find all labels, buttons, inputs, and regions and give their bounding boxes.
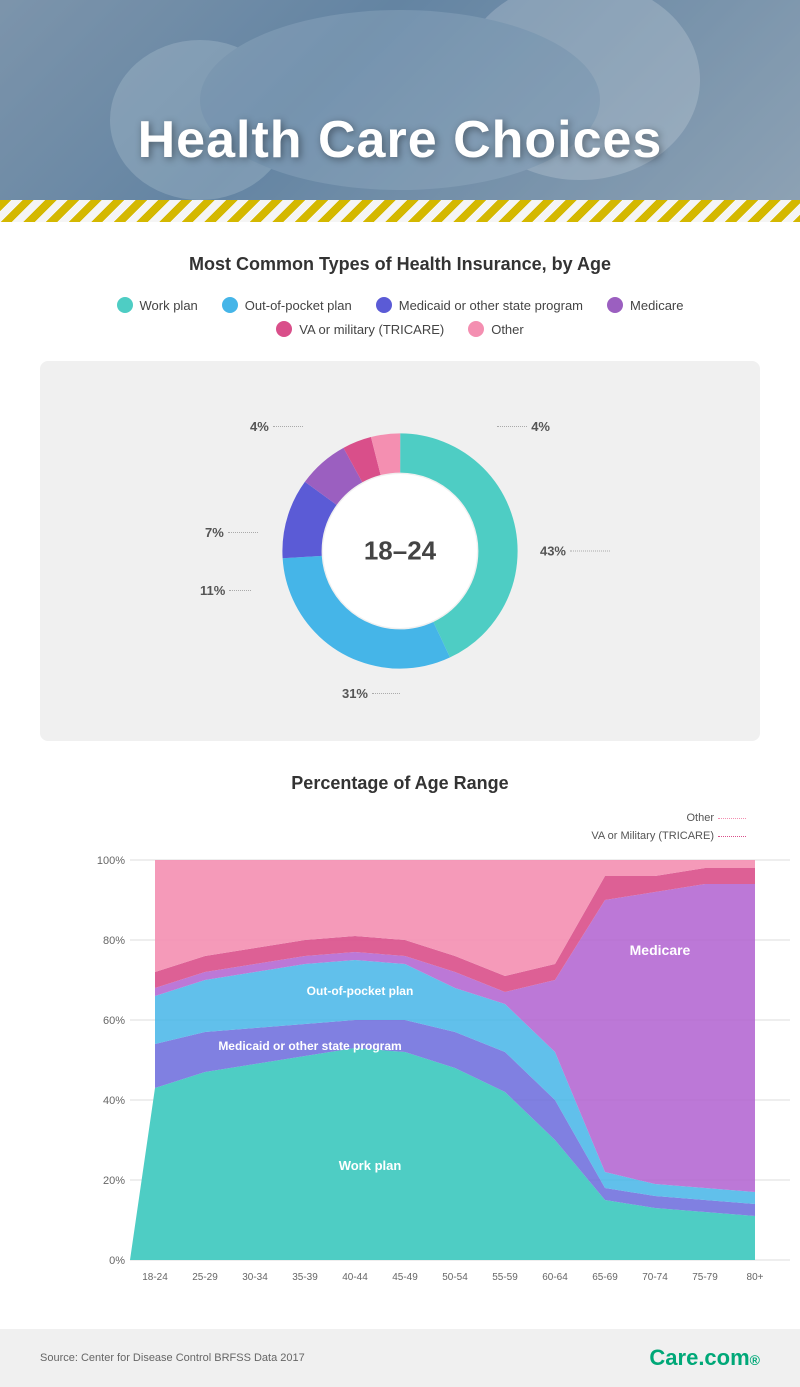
area-label-work-plan: Work plan	[339, 1158, 402, 1173]
x-label-5054: 50-54	[442, 1272, 468, 1283]
pct-43: 43%	[540, 544, 610, 559]
area-chart-svg: 100% 80% 60% 40% 20% 0%	[90, 840, 800, 1300]
area-legend-other-label: Other	[686, 810, 714, 828]
legend-dot-va	[276, 321, 292, 337]
legend-dot-medicaid	[376, 297, 392, 313]
area-legend-other: Other	[591, 810, 746, 828]
y-label-60: 60%	[103, 1015, 125, 1027]
area-legend-va-label: VA or Military (TRICARE)	[591, 828, 714, 846]
area-label-medicare: Medicare	[630, 942, 691, 958]
legend-item-medicaid: Medicaid or other state program	[376, 297, 583, 313]
logo-text-dot: .com	[698, 1345, 749, 1370]
x-label-2529: 25-29	[192, 1272, 218, 1283]
area-legend-notes: Other VA or Military (TRICARE)	[591, 810, 746, 845]
legend-label-medicaid: Medicaid or other state program	[399, 298, 583, 313]
header-bg-art	[0, 0, 800, 200]
legend-item-work-plan: Work plan	[117, 297, 198, 313]
main-content: Most Common Types of Health Insurance, b…	[0, 222, 800, 1329]
y-label-20: 20%	[103, 1175, 125, 1187]
donut-section: 18–24 43% 31% 11% 7%	[40, 361, 760, 741]
x-label-1824: 18-24	[142, 1272, 168, 1283]
x-label-7074: 70-74	[642, 1272, 668, 1283]
area-chart-container: Other VA or Military (TRICARE)	[40, 810, 760, 1305]
y-label-100: 100%	[97, 855, 125, 867]
y-label-0: 0%	[109, 1255, 125, 1267]
logo-trademark: ®	[750, 1352, 760, 1368]
pct-31: 31%	[342, 686, 400, 701]
pct-4-left: 4%	[250, 419, 303, 434]
legend-label-va: VA or military (TRICARE)	[299, 322, 444, 337]
footer: Source: Center for Disease Control BRFSS…	[0, 1329, 800, 1387]
legend-dot-out-of-pocket	[222, 297, 238, 313]
logo-text-care: Care	[649, 1345, 698, 1370]
legend-item-medicare: Medicare	[607, 297, 683, 313]
area-section: Percentage of Age Range Other VA or Mili…	[40, 773, 760, 1329]
legend-label-other: Other	[491, 322, 524, 337]
footer-source: Source: Center for Disease Control BRFSS…	[40, 1352, 305, 1364]
x-label-4549: 45-49	[392, 1272, 418, 1283]
x-label-3539: 35-39	[292, 1272, 318, 1283]
legend-label-medicare: Medicare	[630, 298, 683, 313]
legend-item-va: VA or military (TRICARE)	[276, 321, 444, 337]
x-label-80plus: 80+	[747, 1272, 764, 1283]
footer-logo: Care.com®	[649, 1345, 760, 1371]
legend-dot-work-plan	[117, 297, 133, 313]
area-legend-va: VA or Military (TRICARE)	[591, 828, 746, 846]
x-label-5559: 55-59	[492, 1272, 518, 1283]
x-label-4044: 40-44	[342, 1272, 368, 1283]
legend-dot-other	[468, 321, 484, 337]
legend-item-other: Other	[468, 321, 524, 337]
section1-title: Most Common Types of Health Insurance, b…	[40, 254, 760, 275]
legend: Work plan Out-of-pocket plan Medicaid or…	[40, 297, 760, 337]
pct-11: 11%	[200, 583, 251, 598]
area-label-out-of-pocket: Out-of-pocket plan	[307, 984, 414, 998]
donut-wrapper: 18–24 43% 31% 11% 7%	[190, 391, 610, 711]
legend-label-out-of-pocket: Out-of-pocket plan	[245, 298, 352, 313]
y-label-40: 40%	[103, 1095, 125, 1107]
y-label-80: 80%	[103, 935, 125, 947]
x-label-3034: 30-34	[242, 1272, 268, 1283]
legend-item-out-of-pocket: Out-of-pocket plan	[222, 297, 352, 313]
legend-dot-medicare	[607, 297, 623, 313]
page-title: Health Care Choices	[0, 110, 800, 170]
pct-4-right: 4%	[497, 419, 550, 434]
header-stripe	[0, 200, 800, 222]
x-label-7579: 75-79	[692, 1272, 718, 1283]
x-label-6569: 65-69	[592, 1272, 618, 1283]
legend-label-work-plan: Work plan	[140, 298, 198, 313]
x-label-6064: 60-64	[542, 1272, 568, 1283]
donut-center-label: 18–24	[364, 536, 436, 567]
area-chart-title: Percentage of Age Range	[40, 773, 760, 794]
area-label-medicaid: Medicaid or other state program	[218, 1039, 401, 1053]
pct-7: 7%	[205, 525, 258, 540]
header: Health Care Choices	[0, 0, 800, 200]
